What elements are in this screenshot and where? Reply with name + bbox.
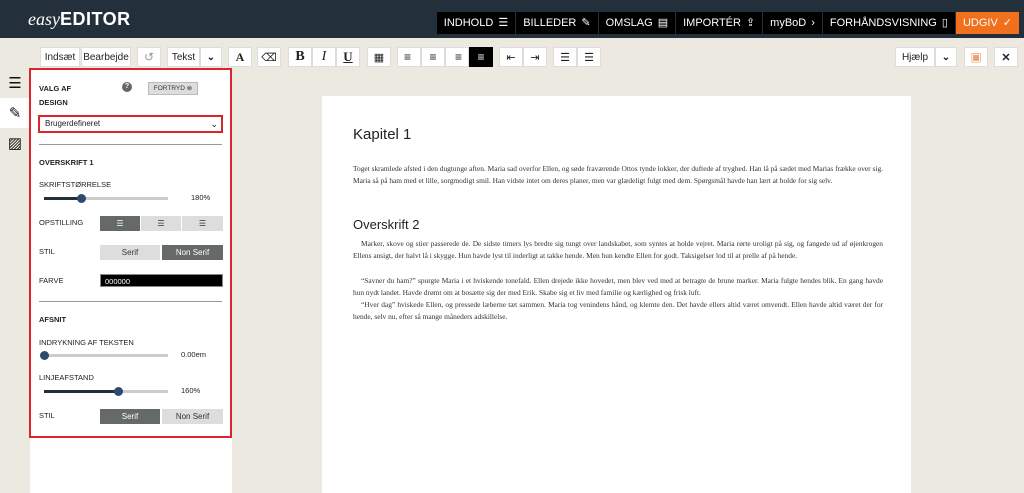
indent-slider[interactable]	[40, 351, 168, 360]
help-icon[interactable]: ?	[122, 82, 132, 92]
paragraph-non-serif-button[interactable]: Non Serif	[162, 409, 223, 424]
align-right-icon[interactable]: ≡	[445, 47, 469, 67]
nav-label: myBoD	[770, 17, 807, 29]
check-icon: ✓	[1002, 17, 1012, 29]
style-label: STIL	[39, 247, 55, 256]
paragraph[interactable]: “Savner du ham?” spurgte Maria i et hvis…	[353, 275, 883, 300]
color-label: FARVE	[39, 276, 64, 285]
slider-handle[interactable]	[40, 351, 49, 360]
close-icon[interactable]: ✕	[994, 47, 1018, 67]
nav-omslag-button[interactable]: OMSLAG ▤	[598, 12, 676, 34]
outdent-icon[interactable]: ⇤	[499, 47, 523, 67]
nav-mybod-button[interactable]: myBoD ›	[763, 12, 822, 34]
slider-fill	[44, 390, 119, 393]
logo-text-italic: easy	[28, 9, 60, 29]
underline-button[interactable]: U	[336, 47, 360, 67]
save-icon[interactable]: ▣	[964, 47, 988, 67]
nav-label: IMPORTÉR	[683, 17, 741, 29]
chapter-title[interactable]: Kapitel 1	[353, 126, 411, 143]
align-center-button[interactable]: ☰	[141, 216, 181, 231]
indent-icon[interactable]: ⇥	[523, 47, 547, 67]
nav-label: OMSLAG	[605, 17, 653, 29]
upload-icon: ⇪	[745, 17, 756, 29]
divider	[39, 144, 222, 145]
sidebar-tabs: ☰ ✎ ▨	[0, 68, 30, 493]
justify-icon[interactable]: ≡	[469, 47, 493, 67]
chevron-down-icon[interactable]: ⌄	[935, 47, 957, 67]
nav-billeder-button[interactable]: BILLEDER ✎	[516, 12, 598, 34]
font-size-value: 180%	[191, 193, 211, 202]
edit-button[interactable]: Bearbejde	[81, 47, 131, 67]
chevron-down-icon[interactable]: ⌄	[200, 47, 222, 67]
logo-text-bold: EDITOR	[59, 9, 131, 29]
design-select[interactable]: Brugerdefineret ⌄	[38, 115, 223, 133]
align-center-icon: ☰	[157, 219, 165, 228]
undo-icon[interactable]: ↺	[137, 47, 161, 67]
nav-label: BILLEDER	[523, 17, 577, 29]
content-list-icon[interactable]: ☰	[0, 68, 30, 98]
table-icon[interactable]: ▦	[367, 47, 391, 67]
divider	[39, 301, 222, 302]
chevron-right-icon: ›	[811, 17, 815, 29]
top-bar: easyEDITOR INDHOLD ☰ BILLEDER ✎ OMSLAG ▤ IM…	[0, 0, 1024, 38]
numbered-list-icon[interactable]: ☰	[577, 47, 601, 67]
align-left-icon: ☰	[116, 219, 124, 228]
line-spacing-slider[interactable]	[44, 387, 168, 396]
font-size-icon[interactable]: A	[228, 47, 252, 67]
color-input[interactable]: 000000	[100, 274, 223, 287]
image-icon[interactable]: ▨	[0, 128, 30, 158]
paragraph[interactable]: Marker, skove og stier passerede de. De …	[353, 238, 883, 263]
clear-format-icon[interactable]: ⌫	[257, 47, 281, 67]
heading-2[interactable]: Overskrift 2	[353, 217, 419, 232]
alignment-label: OPSTILLING	[39, 218, 84, 227]
paragraph-serif-button[interactable]: Serif	[100, 409, 160, 424]
nav-importer-button[interactable]: IMPORTÉR ⇪	[676, 12, 763, 34]
font-size-label: SKRIFTSTØRRELSE	[39, 180, 112, 189]
align-left-icon[interactable]: ≡	[397, 47, 421, 67]
nav-publish-button[interactable]: UDGIV ✓	[955, 12, 1019, 34]
design-title-2: DESIGN	[39, 98, 68, 107]
app-logo[interactable]: easyEDITOR	[28, 9, 131, 30]
section-heading1: OVERSKRIFT 1	[39, 158, 94, 167]
design-select-value: Brugerdefineret	[45, 119, 101, 128]
top-nav: INDHOLD ☰ BILLEDER ✎ OMSLAG ▤ IMPORTÉR ⇪ myB…	[436, 12, 1019, 34]
bullet-list-icon[interactable]: ☰	[553, 47, 577, 67]
design-brush-icon[interactable]: ✎	[0, 98, 30, 128]
align-center-icon[interactable]: ≡	[421, 47, 445, 67]
section-paragraph: AFSNIT	[39, 315, 67, 324]
list-icon: ☰	[498, 17, 509, 29]
mobile-icon: ▯	[941, 17, 948, 29]
help-button[interactable]: Hjælp	[895, 47, 935, 67]
bold-button[interactable]: B	[288, 47, 312, 67]
design-title: VALG AF	[39, 84, 72, 93]
slider-fill	[44, 197, 82, 200]
line-spacing-value: 160%	[181, 386, 201, 395]
align-left-button[interactable]: ☰	[100, 216, 140, 231]
undo-design-button[interactable]: FORTRYD ⊗	[148, 82, 198, 95]
font-size-slider[interactable]	[44, 194, 168, 203]
indent-label: INDRYKNING AF TEKSTEN	[39, 338, 134, 347]
nav-label: FORHÅNDSVISNING	[829, 17, 937, 29]
text-style-dropdown[interactable]: Tekst	[167, 47, 200, 67]
indent-value: 0.00em	[181, 350, 207, 359]
align-right-button[interactable]: ☰	[182, 216, 223, 231]
paragraph[interactable]: Toget skramlede afsted i den dugtunge af…	[353, 163, 883, 188]
nav-label: UDGIV	[962, 17, 998, 29]
chevron-down-icon: ⌄	[210, 119, 218, 129]
book-icon: ▤	[657, 17, 669, 29]
heading-serif-button[interactable]: Serif	[100, 245, 160, 260]
paragraph-style-label: STIL	[39, 411, 55, 420]
italic-button[interactable]: I	[312, 47, 336, 67]
insert-button[interactable]: Indsæt	[40, 47, 80, 67]
paperclip-icon: ✎	[581, 17, 591, 29]
align-right-icon: ☰	[198, 219, 207, 228]
format-toolbar: Indsæt Bearbejde ↺ Tekst ⌄ A ⌫ B I U ▦ ≡…	[0, 38, 1024, 71]
heading-non-serif-button[interactable]: Non Serif	[162, 245, 223, 260]
line-spacing-label: LINJEAFSTAND	[39, 373, 94, 382]
nav-indhold-button[interactable]: INDHOLD ☰	[436, 12, 516, 34]
nav-label: INDHOLD	[443, 17, 494, 29]
nav-preview-button[interactable]: FORHÅNDSVISNING ▯	[822, 12, 955, 34]
paragraph[interactable]: “Hver dag” hviskede Ellen, og pressede l…	[353, 299, 883, 324]
